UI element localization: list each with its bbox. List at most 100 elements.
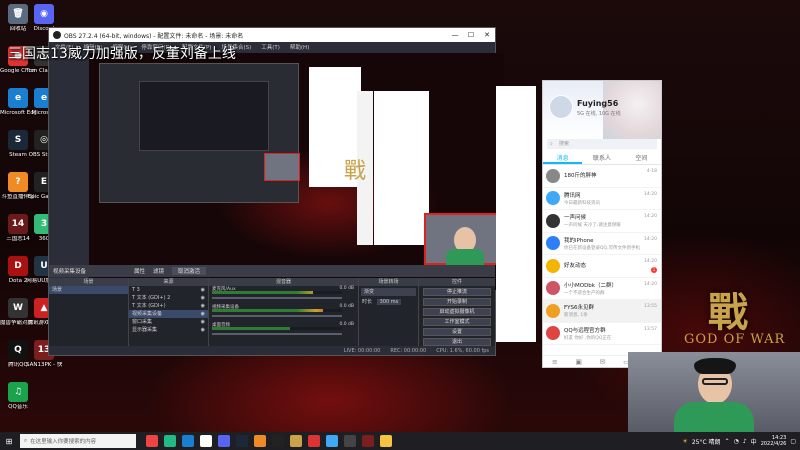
- source-item[interactable]: 视频采集设备 ◉: [129, 310, 208, 318]
- control-button-4[interactable]: 设置: [423, 328, 491, 336]
- control-button-3[interactable]: 工作室模式: [423, 318, 491, 326]
- taskbar-app-icon-4[interactable]: [218, 435, 230, 447]
- volume-icon[interactable]: ♪: [743, 438, 747, 445]
- duration-value[interactable]: 300 ms: [376, 299, 402, 305]
- list-item[interactable]: 腾讯网 今日最新科技资讯 14:20: [543, 188, 661, 210]
- duration-label: 时长: [362, 299, 373, 305]
- eye-icon[interactable]: ◉: [201, 302, 205, 310]
- list-item[interactable]: QQ与远程官方群 好友 你好 ,你的QQ正在 13:57: [543, 323, 661, 345]
- ime-icon[interactable]: 中: [751, 437, 757, 446]
- taskbar-app-icon-9[interactable]: [308, 435, 320, 447]
- source-label: 窗口采集: [132, 319, 153, 325]
- system-tray: ☀ 25°C 晴朗 ⌃ ◔ ♪ 中 14:23 2022/4/26 ▢: [682, 435, 800, 447]
- taskbar-app-icon-3[interactable]: [200, 435, 212, 447]
- obs-titlebar[interactable]: OBS 27.2.4 (64-bit, windows) - 配置文件: 未命名…: [49, 28, 495, 42]
- desktop-app-icon: S: [8, 130, 28, 150]
- qq-tab-1[interactable]: 联系人: [582, 153, 621, 164]
- desktop-app-icon: e: [8, 88, 28, 108]
- list-item[interactable]: 一声问候 一声问候 天冷了,请注意保暖 14:20: [543, 210, 661, 233]
- qq-tab-0[interactable]: 消息: [543, 153, 583, 164]
- eye-icon[interactable]: ◉: [201, 310, 205, 318]
- taskbar-app-icon-5[interactable]: [236, 435, 248, 447]
- list-item[interactable]: 小小MODbk（二群） 一个不适合生产的群 14:20: [543, 278, 661, 300]
- message-preview: 一声问候 天冷了,请注意保暖: [564, 223, 621, 229]
- taskbar-app-icon-0[interactable]: [146, 435, 158, 447]
- eye-icon[interactable]: ◉: [201, 318, 205, 326]
- menu-icon[interactable]: ≡: [552, 358, 558, 366]
- avatar[interactable]: [549, 95, 573, 119]
- eye-icon[interactable]: ◉: [201, 294, 205, 302]
- sources-dock: 来源 T 3 ◉ T 文本 (GDI+) 2 ◉ T 文本 (GDI+) ◉ 视频采集设备 ◉…: [129, 278, 209, 346]
- taskbar-search-input[interactable]: ⌕ 在这里输入你要搜索的内容: [20, 434, 136, 448]
- source-item[interactable]: T 文本 (GDI+) 2 ◉: [129, 294, 208, 302]
- obs-menu-item-6[interactable]: 工具(T): [261, 43, 280, 51]
- volume-slider[interactable]: [212, 333, 342, 335]
- message-preview: 新消息, 1条: [564, 313, 588, 319]
- qq-search-input[interactable]: ⌕ 搜索: [547, 139, 657, 149]
- chevron-up-icon[interactable]: ⌃: [725, 438, 730, 445]
- source-item[interactable]: T 3 ◉: [129, 286, 208, 294]
- list-item[interactable]: FYS6永见群 新消息, 1条 13:55: [543, 300, 661, 323]
- desktop-icon-9[interactable]: ♫ QQ音乐: [0, 382, 36, 411]
- source-item[interactable]: T 文本 (GDI+) ◉: [129, 302, 208, 310]
- scene-item[interactable]: 场景: [49, 286, 128, 294]
- network-icon[interactable]: ◔: [734, 438, 739, 445]
- filters-button[interactable]: 滤镜: [153, 267, 164, 275]
- source-label: 显示器采集: [132, 327, 158, 333]
- taskbar-app-icon-1[interactable]: [164, 435, 176, 447]
- obs-menu-item-7[interactable]: 帮助(H): [290, 43, 309, 51]
- source-item[interactable]: 显示器采集 ◉: [129, 326, 208, 334]
- qq-tab-2[interactable]: 空间: [622, 153, 661, 164]
- eye-icon[interactable]: ◉: [201, 286, 205, 294]
- taskbar-app-icon-12[interactable]: [362, 435, 374, 447]
- scenes-dock-header: 场景: [49, 278, 128, 286]
- taskbar-app-icon-6[interactable]: [254, 435, 266, 447]
- obs-window[interactable]: OBS 27.2.4 (64-bit, windows) - 配置文件: 未命名…: [48, 27, 504, 356]
- clock[interactable]: 14:23 2022/4/26: [761, 435, 787, 447]
- windows-start-icon[interactable]: ⊞: [2, 434, 16, 448]
- taskbar-app-icon-11[interactable]: [344, 435, 356, 447]
- control-button-0[interactable]: 停止推流: [423, 288, 491, 296]
- minimize-icon[interactable]: —: [447, 31, 463, 39]
- volume-meter-rest: [313, 291, 342, 294]
- deactivate-button[interactable]: 取消激活: [172, 267, 207, 275]
- taskbar-app-icon-13[interactable]: [380, 435, 392, 447]
- notification-icon[interactable]: ▢: [790, 438, 796, 445]
- transition-type[interactable]: 渐变: [361, 288, 416, 296]
- volume-slider[interactable]: [212, 315, 342, 317]
- message-time: 13:57: [644, 326, 657, 332]
- taskbar-app-icon-8[interactable]: [290, 435, 302, 447]
- list-item[interactable]: 我的iPhone 你已在新设备登录QQ,可传文件到手机 14:20: [543, 233, 661, 255]
- volume-slider[interactable]: [212, 297, 342, 299]
- properties-button[interactable]: 属性: [134, 267, 145, 275]
- taskbar-app-icon-7[interactable]: [272, 435, 284, 447]
- list-item[interactable]: 好友动态 14:20 1: [543, 255, 661, 278]
- control-button-5[interactable]: 退出: [423, 338, 491, 346]
- weather-icon[interactable]: ☀: [682, 438, 687, 445]
- control-button-1[interactable]: 开始录制: [423, 298, 491, 306]
- mail-icon[interactable]: ✉: [600, 358, 606, 366]
- qq-window[interactable]: Fuying56 5G 在线, 10G 在线 ⌕ 搜索 消息 联系人 空间 180斤…: [542, 80, 662, 368]
- desktop-app-icon: 🗑: [8, 4, 28, 24]
- weather-text[interactable]: 25°C 晴朗: [692, 437, 721, 446]
- desktop-app-icon: ♫: [8, 382, 28, 402]
- desktop-app-icon: ◉: [34, 4, 54, 24]
- group-icon[interactable]: ▣: [575, 358, 582, 366]
- cpu-status: CPU: 1.6%, 60.00 fps: [436, 347, 489, 354]
- maximize-icon[interactable]: ☐: [463, 31, 479, 39]
- obs-preview[interactable]: 戰: [89, 53, 504, 290]
- scenes-dock: 场景 场景: [49, 278, 129, 346]
- webcam-source-selected[interactable]: [424, 213, 504, 267]
- obs-docks: 场景 场景 来源 T 3 ◉ T 文本 (GDI+) 2 ◉ T 文本 (GDI+) ◉ 视…: [49, 278, 495, 346]
- taskbar: ⊞ ⌕ 在这里输入你要搜索的内容 ☀ 25°C 晴朗 ⌃ ◔ ♪ 中 14:23…: [0, 432, 800, 450]
- source-item[interactable]: 窗口采集 ◉: [129, 318, 208, 326]
- control-button-2[interactable]: 启动虚拟摄像机: [423, 308, 491, 316]
- desktop-icon-label: QQ音乐: [8, 404, 28, 410]
- close-icon[interactable]: ✕: [479, 31, 495, 39]
- taskbar-app-icon-2[interactable]: [182, 435, 194, 447]
- background-window[interactable]: [496, 86, 536, 342]
- taskbar-app-icon-10[interactable]: [326, 435, 338, 447]
- eye-icon[interactable]: ◉: [201, 326, 205, 334]
- volume-meter: [212, 291, 342, 294]
- list-item[interactable]: 180斤的胖神 4-18: [543, 165, 661, 188]
